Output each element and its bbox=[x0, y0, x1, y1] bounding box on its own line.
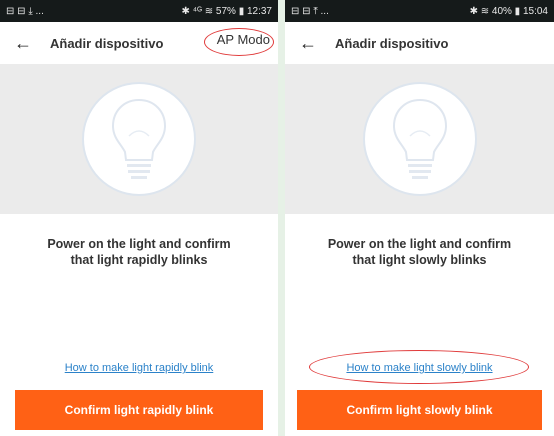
app-bar: ← Añadir dispositivo AP Modo bbox=[0, 22, 278, 64]
phone-screen-rapid: ⊟ ⊟ ⤓ ... ✱ ⁴ᴳ ≋ 57% ▮ 12:37 ← Añadir di… bbox=[0, 0, 278, 436]
bulb-circle bbox=[82, 82, 196, 196]
back-arrow-icon[interactable]: ← bbox=[299, 33, 327, 54]
instruction-line: Power on the light and confirm bbox=[327, 237, 512, 251]
screenshot-stage: ⊟ ⊟ ⤓ ... ✱ ⁴ᴳ ≋ 57% ▮ 12:37 ← Añadir di… bbox=[0, 0, 554, 436]
light-bulb-icon bbox=[111, 98, 167, 179]
page-title: Añadir dispositivo bbox=[335, 35, 449, 51]
confirm-rapid-blink-button[interactable]: Confirm light rapidly blink bbox=[15, 390, 263, 430]
instruction-line: Power on the light and confirm bbox=[47, 237, 231, 251]
phone-screen-slow: ⊟ ⊟ ⤒ ... ✱ ≋ 40% ▮ 15:04 ← Añadir dispo… bbox=[285, 0, 554, 436]
help-link-slow[interactable]: How to make light slowly blink bbox=[285, 362, 554, 374]
status-indicators: ✱ ≋ 40% ▮ 15:04 bbox=[469, 5, 548, 17]
bulb-illustration bbox=[0, 64, 278, 214]
status-indicators: ✱ ⁴ᴳ ≋ 57% ▮ 12:37 bbox=[181, 5, 272, 17]
back-arrow-icon[interactable]: ← bbox=[14, 33, 42, 54]
instruction-text: Power on the light and confirm that ligh… bbox=[0, 236, 278, 268]
light-bulb-icon bbox=[392, 98, 447, 179]
status-bar: ⊟ ⊟ ⤓ ... ✱ ⁴ᴳ ≋ 57% ▮ 12:37 bbox=[0, 0, 278, 22]
instruction-line: that light slowly blinks bbox=[352, 253, 487, 267]
instruction-line: that light rapidly blinks bbox=[70, 253, 208, 267]
instruction-text: Power on the light and confirm that ligh… bbox=[285, 236, 554, 268]
confirm-slow-blink-button[interactable]: Confirm light slowly blink bbox=[297, 390, 542, 430]
annotation-circle bbox=[204, 28, 274, 56]
status-bar: ⊟ ⊟ ⤒ ... ✱ ≋ 40% ▮ 15:04 bbox=[285, 0, 554, 22]
page-title: Añadir dispositivo bbox=[50, 35, 164, 51]
help-link-rapid[interactable]: How to make light rapidly blink bbox=[0, 362, 278, 374]
status-notifications: ⊟ ⊟ ⤓ ... bbox=[6, 5, 44, 17]
status-notifications: ⊟ ⊟ ⤒ ... bbox=[291, 5, 329, 17]
bulb-illustration bbox=[285, 64, 554, 214]
app-bar: ← Añadir dispositivo bbox=[285, 22, 554, 64]
bulb-circle bbox=[362, 82, 477, 196]
